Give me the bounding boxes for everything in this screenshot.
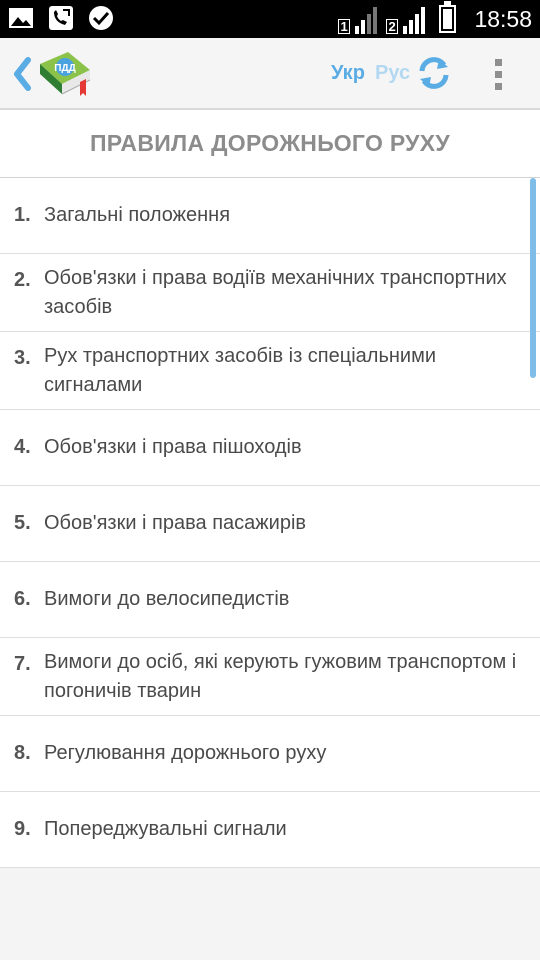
list-item[interactable]: 4. Обов'язки і права пішоходів [0,410,540,486]
list-item-title: Попереджувальні сигнали [44,818,287,840]
status-time: 18:58 [474,5,532,32]
list-item-title: Обов'язки і права водіїв механічних тран… [44,266,507,318]
list-item-number: 4. [14,436,31,458]
list-item-title: Обов'язки і права пасажирів [44,512,307,534]
list-item-number: 1. [14,204,31,226]
back-chevron-icon[interactable] [10,56,36,92]
list-item[interactable]: 8. Регулювання дорожнього руху [0,716,540,792]
list-item-number: 3. [14,347,31,369]
phone-missed-icon [49,6,73,30]
list-item-number: 5. [14,512,31,534]
list-item-number: 9. [14,818,31,840]
list-item-title: Вимоги до велосипедистів [44,588,290,610]
signal-sim1-icon: 1 [338,4,378,34]
list-item-number: 6. [14,588,31,610]
sections-list: 1. Загальні положення 2. Обов'язки і пра… [0,178,540,868]
lang-rus-button[interactable]: Рус [375,62,410,85]
list-item-title: Рух транспортних засобів із спеціальними… [44,344,437,396]
list-item-number: 2. [14,269,31,291]
list-item[interactable]: 5. Обов'язки і права пасажирів [0,486,540,562]
list-item[interactable]: 7. Вимоги до осіб, які керують гужовим т… [0,638,540,716]
list-item[interactable]: 1. Загальні положення [0,178,540,254]
refresh-icon[interactable] [415,54,453,92]
page-title-bar: ПРАВИЛА ДОРОЖНЬОГО РУХУ [0,110,540,178]
list-item[interactable]: 2. Обов'язки і права водіїв механічних т… [0,254,540,332]
status-bar: 1 2 18:58 [0,0,540,38]
list-item[interactable]: 3. Рух транспортних засобів із спеціальн… [0,332,540,410]
lang-ukr-button[interactable]: Укр [331,62,365,85]
sim2-label: 2 [386,19,398,34]
list-item-title: Обов'язки і права пішоходів [44,436,302,458]
list-item-number: 8. [14,742,31,764]
list-item-number: 7. [14,653,31,675]
list-item[interactable]: 6. Вимоги до велосипедистів [0,562,540,638]
signal-sim2-icon: 2 [386,4,426,34]
battery-icon [439,1,457,33]
app-logo-book-icon: ПДД [40,52,91,96]
scrollbar-thumb[interactable] [530,178,536,378]
overflow-menu-icon[interactable] [486,56,510,92]
list-item-title: Загальні положення [44,204,231,226]
page-title: ПРАВИЛА ДОРОЖНЬОГО РУХУ [89,130,451,156]
app-bar: ПДД Укр Рус [0,38,540,110]
list-item-title: Вимоги до осіб, які керують гужовим тран… [44,650,517,702]
sim1-label: 1 [338,19,350,34]
gallery-icon [9,8,33,28]
list-item[interactable]: 9. Попереджувальні сигнали [0,792,540,868]
list-item-title: Регулювання дорожнього руху [44,742,327,764]
logo-text: ПДД [54,63,75,74]
check-icon [89,6,113,30]
